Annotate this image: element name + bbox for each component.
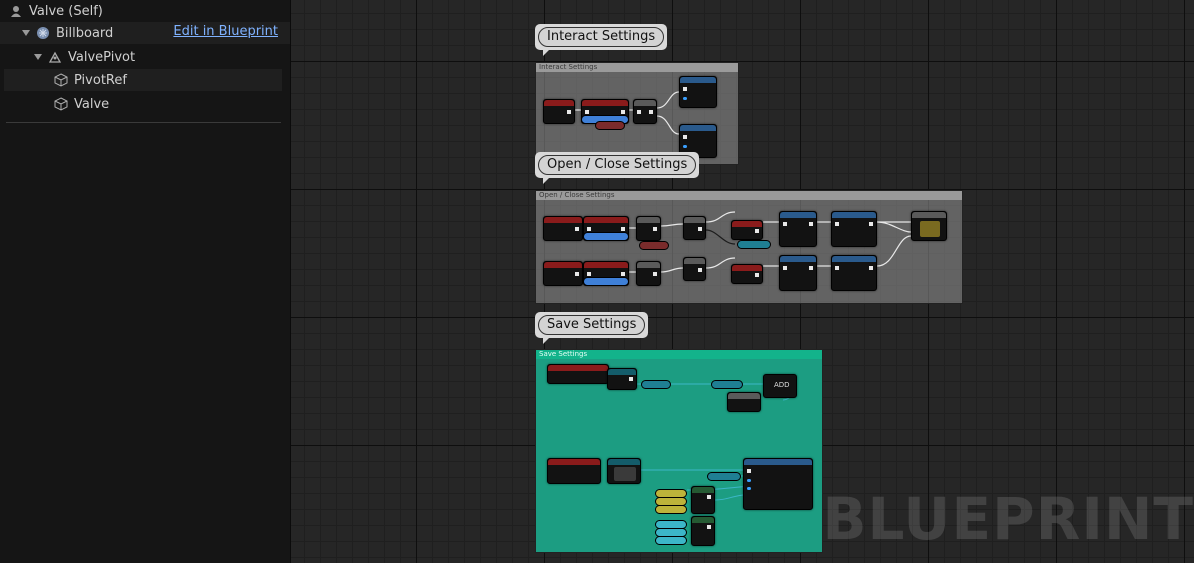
- variable-node[interactable]: [583, 232, 629, 241]
- branch-node[interactable]: [633, 99, 657, 124]
- component-label: Valve: [74, 96, 110, 112]
- function-node[interactable]: [831, 211, 877, 247]
- billboard-icon: [37, 27, 49, 39]
- sequence-node[interactable]: [683, 257, 706, 281]
- function-node[interactable]: [779, 255, 817, 291]
- event-node[interactable]: [543, 216, 583, 241]
- event-node[interactable]: [543, 99, 575, 124]
- cube-icon: [54, 73, 68, 87]
- comment-bubble-label: Open / Close Settings: [538, 155, 697, 175]
- variable-node[interactable]: [595, 121, 625, 130]
- event-node[interactable]: [547, 364, 609, 384]
- make-struct-node[interactable]: [691, 486, 715, 514]
- function-node[interactable]: [831, 255, 877, 291]
- comment-bubble-interact[interactable]: Interact Settings: [535, 24, 668, 56]
- component-label: Billboard: [56, 25, 114, 41]
- person-icon: [11, 6, 21, 17]
- sequence-node[interactable]: [683, 216, 706, 240]
- variable-node[interactable]: [707, 472, 741, 481]
- component-label: Valve (Self): [29, 3, 103, 19]
- function-node[interactable]: [607, 368, 637, 390]
- function-node[interactable]: [743, 458, 813, 510]
- comment-bubble-label: Save Settings: [538, 315, 646, 335]
- event-node[interactable]: [543, 261, 583, 286]
- edit-in-blueprint-link[interactable]: Edit in Blueprint: [173, 24, 278, 39]
- chevron-down-icon[interactable]: [34, 54, 42, 60]
- chevron-down-icon[interactable]: [22, 30, 30, 36]
- component-root[interactable]: Valve (Self): [0, 0, 103, 22]
- blueprint-watermark: BLUEPRINT: [822, 485, 1194, 553]
- make-struct-node[interactable]: [691, 516, 715, 546]
- branch-node[interactable]: [636, 216, 661, 241]
- components-panel: Valve (Self) Billboard Edit in Blueprint…: [0, 0, 291, 563]
- component-item-pivotref[interactable]: PivotRef: [4, 69, 282, 91]
- pivot-icon: [48, 51, 62, 63]
- comment-bubble-save[interactable]: Save Settings: [535, 312, 649, 344]
- component-label: PivotRef: [74, 72, 127, 88]
- branch-node[interactable]: [636, 261, 661, 286]
- variable-node[interactable]: [655, 536, 687, 545]
- variable-node[interactable]: [655, 505, 687, 514]
- variable-node[interactable]: [639, 241, 669, 250]
- function-node[interactable]: [779, 211, 817, 247]
- component-item-valve[interactable]: Valve: [0, 93, 109, 115]
- function-node[interactable]: [727, 392, 761, 412]
- function-node[interactable]: [679, 76, 717, 108]
- variable-node[interactable]: [737, 240, 771, 249]
- variable-node[interactable]: [583, 277, 629, 286]
- function-node[interactable]: [607, 458, 641, 484]
- variable-node[interactable]: [711, 380, 743, 389]
- set-node[interactable]: [731, 264, 763, 284]
- comment-bubble-open-close[interactable]: Open / Close Settings: [535, 152, 700, 184]
- timeline-node[interactable]: [911, 211, 947, 241]
- set-node[interactable]: [731, 220, 763, 240]
- add-node[interactable]: ADD: [763, 374, 797, 398]
- blueprint-graph[interactable]: Interact Settings Open / Close Settings …: [291, 0, 1194, 563]
- comment-bubble-label: Interact Settings: [538, 27, 665, 47]
- variable-node[interactable]: [641, 380, 671, 389]
- cube-icon: [54, 97, 68, 111]
- component-item-valvepivot[interactable]: ValvePivot: [0, 46, 135, 68]
- event-node[interactable]: [547, 458, 601, 484]
- add-node-label: ADD: [774, 381, 790, 389]
- panel-divider: [6, 122, 281, 123]
- component-label: ValvePivot: [68, 49, 136, 65]
